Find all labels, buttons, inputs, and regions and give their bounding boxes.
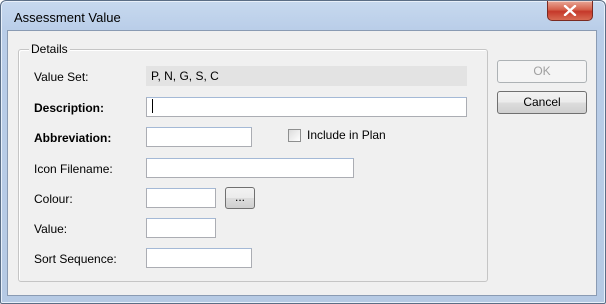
sort-sequence-input[interactable]	[146, 248, 252, 268]
text-caret	[152, 99, 153, 113]
colour-input[interactable]	[146, 188, 216, 208]
colour-browse-button[interactable]: ...	[225, 187, 255, 209]
details-legend: Details	[29, 42, 70, 56]
cancel-button[interactable]: Cancel	[497, 91, 587, 114]
description-label: Description:	[34, 101, 105, 115]
value-label: Value:	[34, 222, 68, 236]
close-icon	[563, 5, 577, 16]
description-input[interactable]	[146, 97, 467, 117]
icon-filename-input[interactable]	[146, 158, 354, 178]
value-input[interactable]	[146, 218, 216, 238]
close-button[interactable]	[547, 1, 593, 21]
ok-button[interactable]: OK	[497, 60, 587, 83]
include-in-plan-label[interactable]: Include in Plan	[307, 128, 386, 142]
colour-label: Colour:	[34, 192, 73, 206]
value-set-label: Value Set:	[34, 70, 89, 84]
window-title: Assessment Value	[14, 10, 121, 25]
value-set-display: P, N, G, S, C	[146, 66, 467, 86]
abbreviation-input[interactable]	[146, 127, 252, 147]
abbreviation-label: Abbreviation:	[34, 131, 112, 145]
icon-filename-label: Icon Filename:	[34, 162, 113, 176]
sort-sequence-label: Sort Sequence:	[34, 252, 117, 266]
include-in-plan-checkbox[interactable]	[288, 129, 301, 142]
